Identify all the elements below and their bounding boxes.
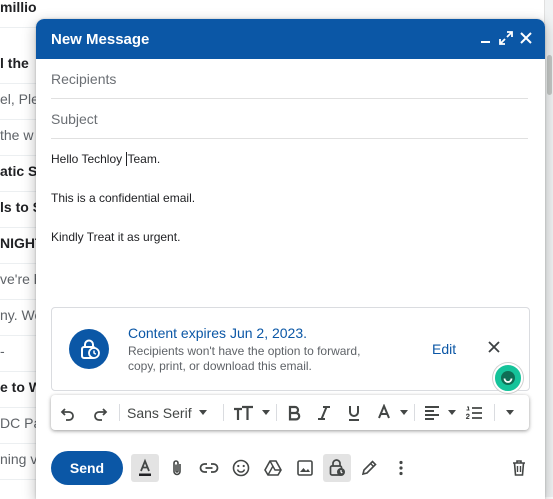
inbox-row[interactable]: NIGHT: [0, 224, 40, 264]
text-color-icon[interactable]: [375, 395, 408, 430]
emoji-icon[interactable]: [227, 454, 255, 482]
inbox-row[interactable]: the w: [0, 116, 40, 156]
bold-icon[interactable]: [285, 395, 303, 430]
send-button[interactable]: Send: [51, 451, 123, 485]
compose-window: New Message Recipients Subject Hello Tec…: [36, 19, 545, 499]
attach-icon[interactable]: [163, 454, 191, 482]
toolbar-divider: [119, 404, 120, 421]
text-size-icon[interactable]: [233, 395, 270, 430]
toolbar-divider: [494, 404, 495, 421]
body-line-1[interactable]: Hello Techloy Team.: [51, 152, 160, 166]
undo-icon[interactable]: [59, 395, 77, 430]
signature-icon[interactable]: [355, 454, 383, 482]
chevron-down-icon: [448, 410, 456, 415]
inbox-row[interactable]: -: [0, 332, 40, 372]
inbox-row[interactable]: l the: [0, 44, 40, 84]
expand-icon[interactable]: [497, 29, 515, 47]
chevron-down-icon: [400, 410, 408, 415]
link-icon[interactable]: [195, 454, 223, 482]
numbered-list-icon[interactable]: [465, 395, 483, 430]
inbox-row[interactable]: DC Pa: [0, 404, 40, 444]
inbox-row[interactable]: atic S: [0, 152, 40, 192]
expiry-title: Content expires Jun 2, 2023.: [128, 325, 308, 341]
inbox-row[interactable]: ls to S: [0, 188, 40, 228]
underline-icon[interactable]: [345, 395, 363, 430]
toolbar-divider: [276, 404, 277, 421]
expiry-description: Recipients won't have the option to forw…: [128, 344, 361, 373]
align-icon[interactable]: [423, 395, 456, 430]
body-line-2[interactable]: This is a confidential email.: [51, 191, 195, 205]
grammarly-icon[interactable]: [493, 363, 523, 393]
toolbar-divider: [414, 404, 415, 421]
inbox-row[interactable]: ny. We: [0, 296, 40, 336]
confidential-mode-card: Content expires Jun 2, 2023. Recipients …: [51, 307, 530, 391]
chevron-down-icon: [198, 410, 207, 415]
formatting-toolbar: Sans Serif: [51, 395, 529, 430]
body-line-3[interactable]: Kindly Treat it as urgent.: [51, 230, 180, 244]
edit-confidential-link[interactable]: Edit: [432, 341, 456, 357]
compose-header[interactable]: New Message: [36, 19, 545, 59]
close-icon[interactable]: [517, 29, 535, 47]
inbox-list: millio l the el, Ple the w atic S ls to …: [0, 0, 40, 497]
inbox-row[interactable]: e to W: [0, 368, 40, 408]
scrollbar-thumb[interactable]: [547, 55, 552, 95]
recipients-field[interactable]: Recipients: [51, 59, 528, 99]
subject-field[interactable]: Subject: [51, 99, 528, 139]
italic-icon[interactable]: [315, 395, 333, 430]
chevron-down-icon: [262, 410, 270, 415]
drive-icon[interactable]: [259, 454, 287, 482]
confidential-mode-icon[interactable]: [323, 454, 351, 482]
photo-icon[interactable]: [291, 454, 319, 482]
toolbar-divider: [223, 404, 224, 421]
inbox-row[interactable]: ve're h: [0, 260, 40, 300]
trash-icon[interactable]: [505, 454, 533, 482]
minimize-icon[interactable]: [477, 29, 495, 47]
inbox-row[interactable]: ning v: [0, 440, 40, 480]
more-formatting-icon[interactable]: [499, 395, 514, 430]
formatting-options-icon[interactable]: [131, 454, 159, 482]
more-options-icon[interactable]: [387, 454, 415, 482]
font-family-select[interactable]: Sans Serif: [127, 395, 207, 430]
redo-icon[interactable]: [91, 395, 109, 430]
confidential-lock-icon: [69, 329, 109, 369]
chevron-down-icon: [506, 410, 514, 415]
compose-title: New Message: [51, 31, 150, 48]
inbox-row[interactable]: el, Ple: [0, 80, 40, 120]
inbox-row[interactable]: millio: [0, 0, 40, 28]
page-scrollbar[interactable]: [544, 0, 553, 497]
remove-confidential-icon[interactable]: [486, 339, 502, 355]
